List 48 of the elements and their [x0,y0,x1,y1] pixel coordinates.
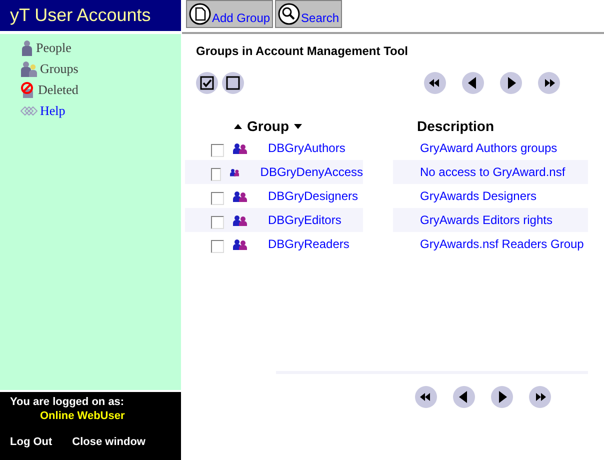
people-icon [20,60,38,76]
footer-link[interactable]: Close window [72,436,146,448]
previous-page-button[interactable] [462,72,484,94]
login-label: You are logged on as: [10,396,126,408]
toolbar-button[interactable]: Search [275,0,342,28]
deselect-all-button[interactable] [222,72,244,94]
next-page-button[interactable] [500,72,522,94]
column-header: Description [417,118,494,134]
sidebar-item[interactable]: People [20,38,181,57]
sidebar-item[interactable]: Groups [20,59,181,78]
row-checkbox[interactable] [211,168,221,181]
row-checkbox[interactable] [211,192,224,205]
user-name: Online WebUser [39,410,125,422]
people-icon [230,166,240,178]
description-link[interactable]: GryAward Authors groups [420,141,558,155]
row-checkbox[interactable] [211,240,224,253]
first-page-button[interactable] [415,386,437,408]
person-icon [20,40,34,56]
description-link[interactable]: GryAwards Designers [420,189,536,203]
description-link[interactable]: GryAwards.nsf Readers Group [420,237,584,251]
row-checkbox[interactable] [211,216,224,229]
people-icon [233,214,247,226]
deleted-person-icon [20,82,36,98]
group-link[interactable]: DBGryDesigners [268,189,358,203]
last-page-button[interactable] [529,386,551,408]
first-page-button[interactable] [424,72,446,94]
group-link[interactable]: DBGryAuthors [268,141,346,155]
people-icon [233,142,247,154]
row-checkbox[interactable] [211,144,224,157]
last-page-button[interactable] [538,72,560,94]
sort-down-icon[interactable] [294,124,302,128]
previous-page-button[interactable] [453,386,475,408]
toolbar-button[interactable]: Add Group [186,0,274,28]
view-title: Groups in Account Management Tool [196,44,410,58]
footer-link[interactable]: Log Out [10,436,52,448]
sidebar-item[interactable]: Help [20,101,181,120]
select-all-button[interactable] [196,72,218,94]
sort-up-icon[interactable] [234,124,242,128]
people-icon [233,190,247,202]
group-link[interactable]: DBGryReaders [268,237,350,251]
sidebar-item[interactable]: Deleted [20,80,181,99]
document-icon [189,3,211,25]
app-title: yT User Accounts [0,0,181,34]
search-icon [278,3,300,25]
column-header[interactable]: Group [247,118,289,134]
next-page-button[interactable] [491,386,513,408]
diamonds-icon [20,104,38,116]
people-icon [233,238,247,250]
